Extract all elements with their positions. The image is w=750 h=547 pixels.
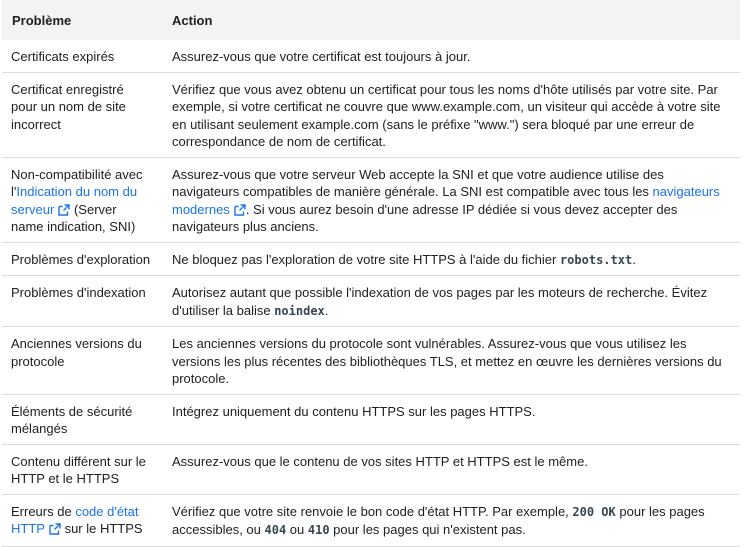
table-row: Anciennes versions du protocole Les anci… <box>2 326 740 395</box>
header-action: Action <box>162 0 740 40</box>
external-link-icon[interactable] <box>234 203 246 216</box>
action-cell: Autorisez autant que possible l'indexati… <box>162 275 740 327</box>
table-row: Éléments de sécurité mélangés Intégrez u… <box>2 394 740 445</box>
action-text: . Si vous aurez besoin d'une adresse IP … <box>172 201 678 235</box>
action-text: . <box>632 251 636 267</box>
table-row: Certificats expirés Assurez-vous que vot… <box>2 40 740 73</box>
code-404: 404 <box>264 523 287 537</box>
code-200: 200 OK <box>572 504 616 519</box>
action-cell: Les anciennes versions du protocole sont… <box>162 326 740 395</box>
external-link-icon[interactable] <box>58 203 71 216</box>
robots-code: robots.txt <box>559 252 633 267</box>
table-header-row: Problème Action <box>2 0 740 40</box>
problem-cell: Éléments de sécurité mélangés <box>2 394 162 445</box>
action-text: Assurez-vous que votre serveur Web accep… <box>172 166 664 200</box>
action-text: Autorisez autant que possible l'indexati… <box>172 285 708 318</box>
noindex-code: noindex <box>274 303 325 318</box>
action-text: Vérifiez que votre site renvoie le bon c… <box>172 503 573 519</box>
problem-cell: Non-compatibilité avec l'Indication du n… <box>2 157 162 243</box>
problem-cell: Anciennes versions du protocole <box>2 326 162 395</box>
problem-cell: Certificats expirés <box>2 40 162 73</box>
action-cell: Intégrez uniquement du contenu HTTPS sur… <box>162 394 740 445</box>
table-row: Contenu différent sur le HTTP et le HTTP… <box>2 444 740 495</box>
action-cell: Vérifiez que vous avez obtenu un certifi… <box>162 72 740 158</box>
action-cell: Ne bloquez pas l'exploration de votre si… <box>162 242 740 276</box>
code-410: 410 <box>307 523 330 537</box>
table-row: Non-compatibilité avec l'Indication du n… <box>2 157 740 243</box>
problem-text: sur le HTTPS <box>60 521 143 536</box>
table-row: Erreurs de code d'état HTTP sur le HTTPS… <box>2 494 740 547</box>
https-issues-table: Problème Action Certificats expirés Assu… <box>2 0 740 547</box>
action-cell: Assurez-vous que le contenu de vos sites… <box>162 444 740 495</box>
problem-cell: Problèmes d'indexation <box>2 275 162 327</box>
table-row: Certificat enregistré pour un nom de sit… <box>2 72 740 158</box>
action-text: ou <box>286 522 308 537</box>
table-row: Problèmes d'exploration Ne bloquez pas l… <box>2 242 740 276</box>
problem-cell: Certificat enregistré pour un nom de sit… <box>2 72 162 158</box>
problem-text: Erreurs de <box>11 503 76 519</box>
external-link-icon[interactable] <box>49 523 61 535</box>
action-cell: Assurez-vous que votre certificat est to… <box>162 40 740 73</box>
action-cell: Vérifiez que votre site renvoie le bon c… <box>162 494 740 547</box>
action-text: . <box>324 302 329 318</box>
problem-cell: Problèmes d'exploration <box>2 242 162 276</box>
problem-cell: Contenu différent sur le HTTP et le HTTP… <box>2 444 162 495</box>
problem-cell: Erreurs de code d'état HTTP sur le HTTPS <box>2 494 162 547</box>
action-text: pour les pages qui n'existent pas. <box>329 522 526 537</box>
table-row: Problèmes d'indexation Autorisez autant … <box>2 275 740 327</box>
action-text: Ne bloquez pas l'exploration de votre si… <box>172 251 560 267</box>
action-cell: Assurez-vous que votre serveur Web accep… <box>162 157 740 243</box>
header-problem: Problème <box>2 0 162 40</box>
